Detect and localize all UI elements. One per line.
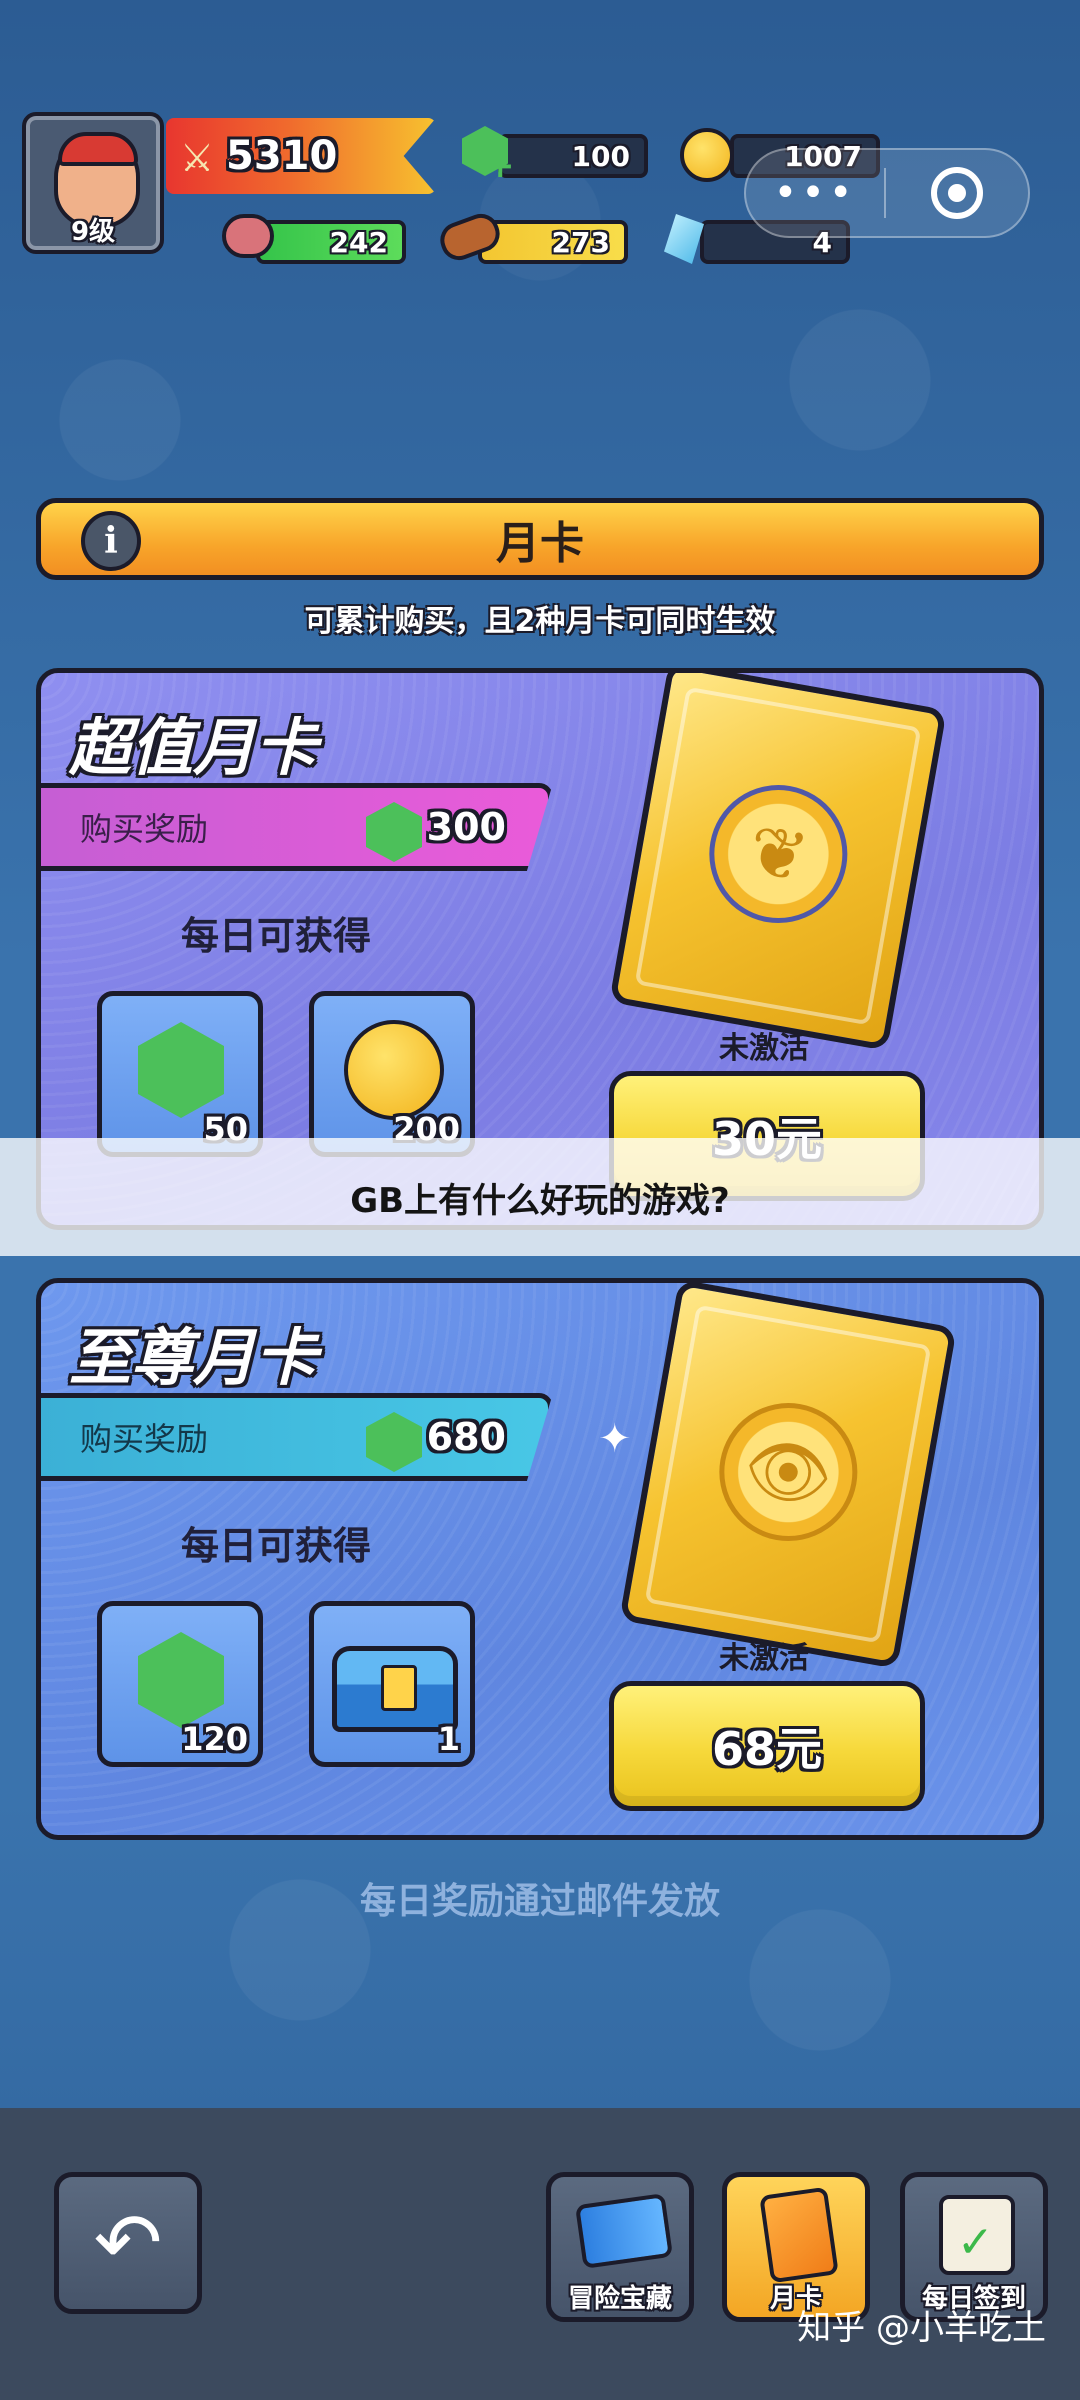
month-card-icon <box>759 2186 839 2284</box>
question-text: GB上有什么好玩的游戏? <box>350 1180 730 1221</box>
daily-item-coins[interactable]: 200 <box>309 991 475 1157</box>
wood-value: 273 <box>551 225 610 259</box>
daily-reward-label: 每日可获得 <box>181 914 372 958</box>
nav-adventure-treasure[interactable]: 冒险宝藏 <box>546 2172 694 2322</box>
price-label: 68元 <box>711 1722 822 1776</box>
meat-bar: 242 <box>256 220 406 264</box>
gems-bar[interactable]: 100 <box>498 134 648 178</box>
buy-68-button[interactable]: 68元 <box>609 1681 925 1811</box>
player-level: 9级 <box>70 217 116 247</box>
back-button[interactable]: ↶ <box>54 2172 202 2314</box>
mail-delivery-note: 每日奖励通过邮件发放 <box>359 1881 720 1922</box>
purchase-reward-banner: 购买奖励 680 <box>41 1393 553 1481</box>
daily-item-chest[interactable]: 1 <box>309 1601 475 1767</box>
plus-icon[interactable]: + <box>486 146 515 186</box>
gem-icon <box>138 1022 224 1118</box>
miniprogram-capsule: ••• <box>744 148 1030 238</box>
crossed-swords-icon: ⚔ <box>180 136 215 180</box>
card-title: 超值月卡 <box>69 711 318 784</box>
close-miniprogram-icon[interactable] <box>886 167 1028 219</box>
eye-emblem-icon: 👁 <box>708 1392 869 1552</box>
activation-status: 未激活 <box>719 1641 809 1676</box>
purchase-reward-amount: 680 <box>426 1415 506 1459</box>
info-icon[interactable]: i <box>81 511 141 571</box>
purchase-reward-amount: 300 <box>426 805 506 849</box>
purchase-reward-banner: 购买奖励 300 <box>41 783 553 871</box>
purchase-reward-label: 购买奖励 <box>80 1420 209 1458</box>
more-menu-icon[interactable]: ••• <box>746 173 884 213</box>
daily-reward-label: 每日可获得 <box>181 1524 372 1568</box>
page-title-banner: i 月卡 <box>36 498 1044 580</box>
zhihu-watermark: 知乎 @小羊吃土 <box>797 2308 1046 2348</box>
page-title: 月卡 <box>496 518 584 569</box>
power-value: 5310 <box>226 133 338 179</box>
coin-icon <box>680 128 734 182</box>
nav-label: 冒险宝藏 <box>567 2284 672 2314</box>
sparkle-icon: ✦ <box>598 1416 632 1462</box>
coin-icon <box>344 1020 444 1120</box>
value-card-art: ❦ <box>609 673 947 1051</box>
back-arrow-icon: ↶ <box>93 2195 163 2291</box>
supreme-month-card-panel: 至尊月卡 购买奖励 680 每日可获得 120 1 👁 未激活 68元 <box>36 1278 1044 1840</box>
wood-bar: 273 <box>478 220 628 264</box>
meat-icon <box>222 214 274 258</box>
gems-value: 100 <box>571 139 630 173</box>
avatar-cap <box>58 132 138 166</box>
item-count: 1 <box>437 1720 460 1758</box>
ticket-icon <box>574 2193 674 2269</box>
question-overlay[interactable]: GB上有什么好玩的游戏? <box>0 1138 1080 1256</box>
activation-status: 未激活 <box>719 1031 809 1066</box>
phoenix-emblem-icon: ❦ <box>698 774 859 934</box>
gem-icon <box>366 802 422 862</box>
gem-icon <box>366 1412 422 1472</box>
daily-item-gems[interactable]: 50 <box>97 991 263 1157</box>
purchase-reward-label: 购买奖励 <box>80 810 209 848</box>
card-title: 至尊月卡 <box>69 1321 318 1394</box>
gem-icon <box>138 1632 224 1728</box>
player-avatar[interactable]: 9级 <box>22 112 164 254</box>
meat-value: 242 <box>329 225 388 259</box>
page-subtitle: 可累计购买，且2种月卡可同时生效 <box>304 604 776 639</box>
item-count: 120 <box>181 1720 248 1758</box>
supreme-card-art: 👁 <box>619 1283 957 1669</box>
daily-item-gems[interactable]: 120 <box>97 1601 263 1767</box>
calendar-check-icon: ✓ <box>939 2195 1015 2275</box>
